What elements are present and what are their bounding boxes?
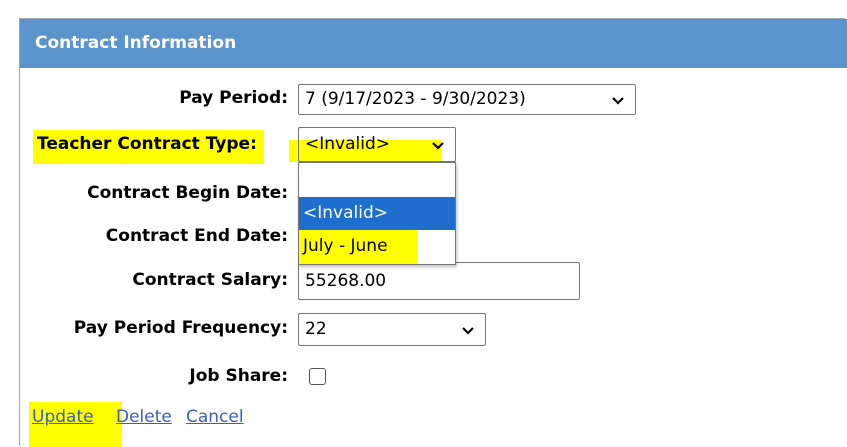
frequency-value: 22: [305, 319, 327, 339]
contract-type-select[interactable]: <Invalid>: [298, 127, 456, 162]
begin-date-label: Contract Begin Date:: [87, 183, 288, 203]
pay-period-value: 7 (9/17/2023 - 9/30/2023): [305, 89, 526, 109]
contract-type-label: Teacher Contract Type:: [33, 130, 264, 164]
dropdown-option-invalid[interactable]: <Invalid>: [299, 197, 455, 230]
end-date-label: Contract End Date:: [105, 226, 288, 246]
pay-period-select[interactable]: 7 (9/17/2023 - 9/30/2023): [298, 84, 636, 115]
frequency-select[interactable]: 22: [298, 313, 486, 346]
salary-label: Contract Salary:: [132, 270, 288, 290]
job-share-checkbox[interactable]: [309, 368, 326, 385]
frequency-label: Pay Period Frequency:: [73, 318, 288, 338]
contract-type-dropdown: <Invalid> July - June: [298, 162, 456, 265]
update-link[interactable]: Update: [32, 405, 94, 429]
dropdown-option-empty[interactable]: [299, 163, 455, 196]
pay-period-label: Pay Period:: [179, 88, 288, 108]
job-share-label: Job Share:: [189, 366, 288, 386]
panel-header: Contract Information: [20, 19, 847, 68]
delete-link[interactable]: Delete: [116, 405, 172, 429]
chevron-down-icon: [462, 327, 474, 335]
dropdown-option-july-june[interactable]: July - June: [299, 230, 417, 264]
salary-value: 55268.00: [305, 271, 387, 291]
contract-type-value: <Invalid>: [305, 134, 390, 154]
chevron-down-icon: [432, 142, 444, 150]
cancel-link[interactable]: Cancel: [186, 405, 244, 429]
chevron-down-icon: [612, 97, 624, 105]
salary-input[interactable]: 55268.00: [298, 262, 580, 300]
